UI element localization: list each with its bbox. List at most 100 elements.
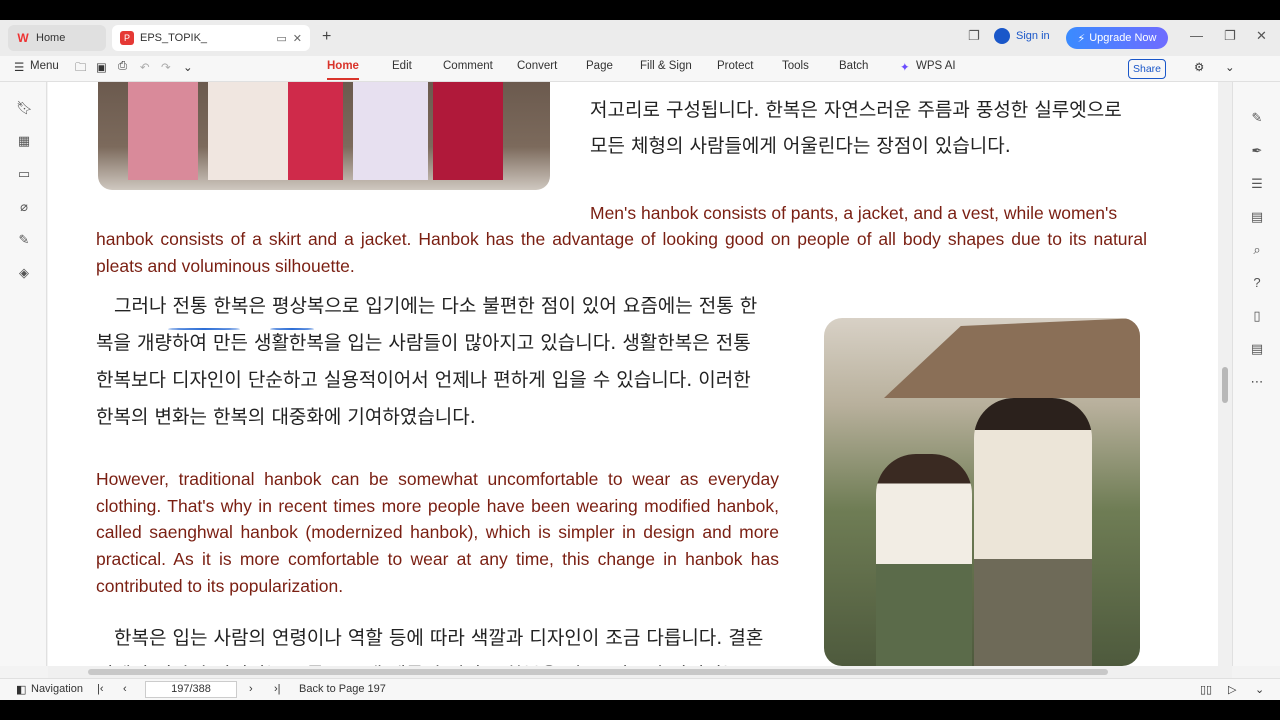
korean-text-line: 모든 체형의 사람들에게 어울린다는 장점이 있습니다. [590, 135, 1011, 157]
avatar-icon [994, 28, 1010, 44]
close-window-icon[interactable]: ✕ [1256, 28, 1267, 44]
menu-tools[interactable]: Tools [782, 60, 809, 72]
list-icon[interactable]: ☰ [1249, 176, 1265, 192]
horizontal-scrollbar[interactable] [48, 666, 1218, 678]
menu-wps-ai[interactable]: WPS AI [916, 60, 956, 72]
attachment-icon[interactable]: ⌀ [16, 199, 32, 215]
minimize-icon[interactable]: — [1190, 28, 1203, 43]
signature-icon[interactable]: ✎ [16, 232, 32, 248]
undo-icon[interactable]: ↶ [140, 60, 150, 74]
help-icon[interactable]: ? [1249, 275, 1265, 291]
ink-underline-annotation [168, 328, 240, 330]
tab-home[interactable]: W Home [8, 25, 106, 51]
settings-gear-icon[interactable]: ⚙ [1194, 60, 1204, 74]
read-mode-icon[interactable]: ▯▯ [1200, 683, 1212, 696]
layers-icon[interactable]: ◈ [16, 265, 32, 281]
chevron-down-icon[interactable]: ⌄ [1225, 60, 1235, 74]
upgrade-now-button[interactable]: ⚡ Upgrade Now [1066, 27, 1168, 49]
hanbok-photo-top [98, 82, 550, 190]
maximize-icon[interactable]: ❐ [1224, 28, 1236, 44]
pen-icon[interactable]: ✒ [1249, 143, 1265, 159]
edit-pencil-icon[interactable]: ✎ [1249, 110, 1265, 126]
scroll-thumb[interactable] [88, 669, 1108, 675]
hamburger-icon[interactable]: ☰ [14, 60, 24, 74]
tab-document[interactable]: P EPS_TOPIK_ ▭ ✕ [112, 25, 310, 51]
photo-figure [288, 82, 343, 180]
photo-figure [128, 82, 198, 180]
sign-in-button[interactable]: Sign in [994, 28, 1050, 44]
korean-text-line: 한복의 변화는 한복의 대중화에 기여하였습니다. [96, 406, 476, 428]
menu-convert[interactable]: Convert [517, 60, 557, 72]
active-tab-indicator [327, 78, 359, 80]
document-viewport[interactable]: 저고리로 구성됩니다. 한복은 자연스러운 주름과 풍성한 실루엣으로 모든 체… [48, 82, 1218, 666]
korean-text-line: 복을 개량하여 만든 생활한복을 입는 사람들이 많아지고 있습니다. 생활한복… [96, 332, 751, 354]
photo-figure [353, 82, 428, 180]
photo-figure [208, 82, 288, 180]
tab-document-label: EPS_TOPIK_ [140, 32, 208, 44]
print-icon[interactable]: ⎙ [118, 60, 127, 73]
navigation-panel-icon[interactable]: ◧ [16, 683, 26, 696]
photo-roof [884, 318, 1140, 398]
save-icon[interactable]: ▣ [96, 60, 107, 74]
upgrade-now-label: Upgrade Now [1089, 32, 1157, 44]
bolt-icon: ⚡ [1077, 32, 1086, 45]
multi-window-icon[interactable]: ❐ [968, 28, 980, 44]
chevron-down-icon[interactable]: ⌄ [183, 60, 193, 74]
play-icon[interactable]: ▷ [1228, 683, 1236, 696]
english-text-paragraph: However, traditional hanbok can be somew… [96, 469, 779, 596]
book-icon[interactable]: ▯ [1249, 308, 1265, 324]
korean-text-line: 한복은 입는 사람의 연령이나 역할 등에 따라 색깔과 디자인이 조금 다릅니… [114, 627, 764, 649]
thumbnail-icon[interactable]: ▦ [16, 133, 32, 149]
menu-page[interactable]: Page [586, 60, 613, 72]
photo-person-man [974, 398, 1092, 666]
ink-underline-annotation [270, 328, 314, 330]
chevron-down-icon[interactable]: ⌄ [1255, 683, 1264, 696]
photo-figure [433, 82, 503, 180]
right-sidebar: ✎ ✒ ☰ ▤ ⌕ ? ▯ ▤ ⋯ [1232, 82, 1280, 666]
wps-pdf-window: W Home P EPS_TOPIK_ ▭ ✕ + ❐ Sign in ⚡ Up… [0, 20, 1280, 700]
redo-icon[interactable]: ↷ [161, 60, 171, 74]
status-bar: ◧ Navigation |‹ ‹ 197/388 › ›| Back to P… [0, 678, 1280, 700]
menu-comment[interactable]: Comment [443, 60, 493, 72]
sign-in-label: Sign in [1016, 30, 1050, 42]
menu-batch[interactable]: Batch [839, 60, 868, 72]
english-text-paragraph: hanbok consists of a skirt and a jacket.… [96, 229, 1147, 276]
menu-fill-sign[interactable]: Fill & Sign [640, 60, 692, 72]
english-text-line: Men's hanbok consists of pants, a jacket… [590, 203, 1118, 223]
search-icon[interactable]: ⌕ [1249, 242, 1265, 258]
pdf-file-icon: P [120, 31, 134, 45]
next-page-icon[interactable]: › [249, 683, 253, 695]
tab-bar: W Home P EPS_TOPIK_ ▭ ✕ + ❐ Sign in ⚡ Up… [0, 20, 1280, 56]
korean-text-line: 그러나 전통 한복은 평상복으로 입기에는 다소 불편한 점이 있어 요즘에는 … [114, 295, 758, 317]
vertical-scrollbar[interactable] [1218, 82, 1232, 678]
tab-home-label: Home [36, 32, 66, 44]
share-button[interactable]: Share [1128, 59, 1166, 79]
korean-text-line: 저고리로 구성됩니다. 한복은 자연스러운 주름과 풍성한 실루엣으로 [590, 99, 1122, 121]
previous-page-icon[interactable]: ‹ [123, 683, 127, 695]
document-icon[interactable]: ▤ [1249, 341, 1265, 357]
last-page-icon[interactable]: ›| [274, 683, 281, 695]
back-to-page-link[interactable]: Back to Page 197 [299, 683, 386, 695]
menu-button[interactable]: Menu [30, 60, 59, 72]
new-tab-icon[interactable]: + [322, 28, 331, 46]
close-tab-icon[interactable]: ✕ [293, 32, 302, 45]
first-page-icon[interactable]: |‹ [97, 683, 104, 695]
photo-person-woman [876, 454, 972, 666]
more-icon[interactable]: ⋯ [1249, 374, 1265, 390]
open-folder-icon[interactable]: 🗀 [75, 60, 87, 79]
window-restore-icon[interactable]: ▭ [276, 32, 286, 45]
menu-home[interactable]: Home [327, 60, 359, 72]
menu-bar: ☰ Menu 🗀 ▣ ⎙ ↶ ↷ ⌄ Home Edit Comment Con… [0, 56, 1280, 82]
comment-icon[interactable]: ▭ [16, 166, 32, 182]
scroll-thumb[interactable] [1222, 367, 1228, 403]
wps-ai-icon: ✦ [900, 62, 910, 74]
page-number-input[interactable]: 197/388 [145, 681, 237, 698]
navigation-button[interactable]: Navigation [31, 683, 83, 695]
korean-text-line: 식에서 신랑의 어머니는 보통 푸른색 계통의 점잖은 한복을 입고, 신부의 … [96, 657, 763, 666]
bookmark-icon[interactable]: 🔖︎ [16, 100, 33, 116]
menu-edit[interactable]: Edit [392, 60, 412, 72]
pdf-page: 저고리로 구성됩니다. 한복은 자연스러운 주름과 풍성한 실루엣으로 모든 체… [48, 82, 1218, 666]
korean-text-line: 한복보다 디자인이 단순하고 실용적이어서 언제나 편하게 입을 수 있습니다.… [96, 369, 751, 391]
menu-protect[interactable]: Protect [717, 60, 753, 72]
stamp-icon[interactable]: ▤ [1249, 209, 1265, 225]
